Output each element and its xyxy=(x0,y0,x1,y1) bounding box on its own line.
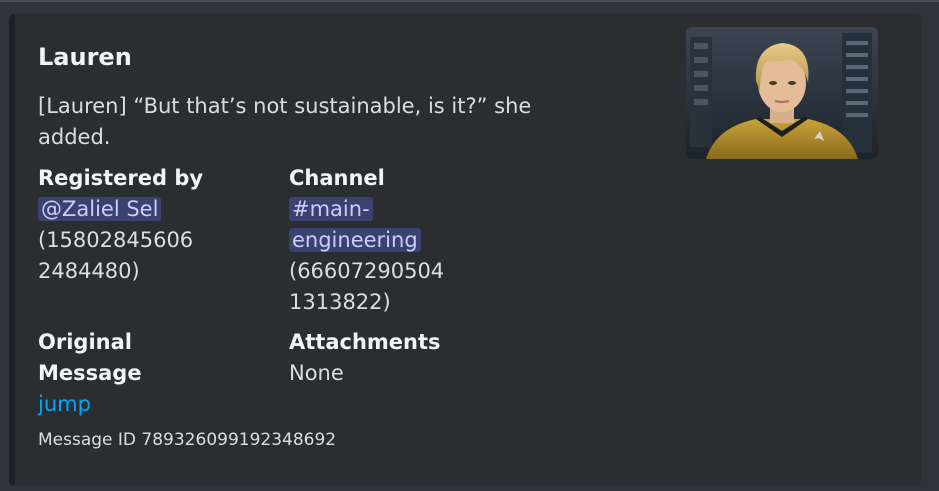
thumbnail-image[interactable] xyxy=(686,27,878,159)
field-attachments: Attachments None xyxy=(289,327,549,389)
field-name-attachments: Attachments xyxy=(289,330,441,354)
embed-footer: Message ID 789326099192348692 xyxy=(38,430,337,450)
embed-description: [Lauren] “But that’s not sustainable, is… xyxy=(38,94,532,149)
divider xyxy=(0,0,939,2)
channel-mention-part2[interactable]: engineering xyxy=(289,228,421,252)
character-portrait-icon xyxy=(686,27,878,159)
embed-author: Lauren xyxy=(38,43,132,71)
field-name-registered-by: Registered by xyxy=(38,166,204,190)
user-id-line1: (15802845606 xyxy=(38,228,194,252)
field-value-channel: #main- engineering (66607290504 1313822) xyxy=(289,194,549,318)
field-name-channel: Channel xyxy=(289,166,385,190)
jump-link[interactable]: jump xyxy=(38,392,91,416)
field-value-attachments: None xyxy=(289,361,344,385)
field-registered-by: Registered by @Zaliel Sel (15802845606 2… xyxy=(38,163,268,287)
user-id-line2: 2484480) xyxy=(38,259,140,283)
field-name-original-line1: Original xyxy=(38,330,132,354)
field-name-original-line2: Message xyxy=(38,361,142,385)
field-value-registered-by: @Zaliel Sel (15802845606 2484480) xyxy=(38,194,268,287)
field-channel: Channel #main- engineering (66607290504 … xyxy=(289,163,549,318)
channel-id-line2: 1313822) xyxy=(289,290,391,314)
channel-mention-part1[interactable]: #main- xyxy=(289,197,373,221)
channel-id-line1: (66607290504 xyxy=(289,259,445,283)
field-original-message: Original Message jump xyxy=(38,327,268,420)
user-mention[interactable]: @Zaliel Sel xyxy=(38,197,162,221)
